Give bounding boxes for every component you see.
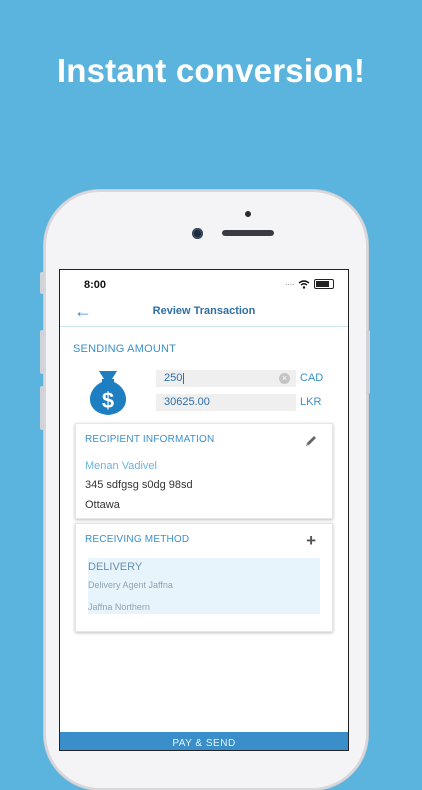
converted-currency: LKR bbox=[300, 396, 322, 408]
volume-up-button bbox=[40, 330, 44, 374]
page-title: Review Transaction bbox=[152, 305, 256, 317]
receiving-method-option[interactable]: DELIVERY Delivery Agent Jaffna Jaffna No… bbox=[88, 558, 320, 614]
clear-icon[interactable]: × bbox=[279, 373, 290, 384]
earpiece-speaker bbox=[222, 230, 274, 236]
method-type: DELIVERY bbox=[88, 561, 143, 573]
recipient-name: Menan Vadivel bbox=[85, 460, 157, 472]
signal-icon: ···· bbox=[284, 278, 295, 290]
converted-value: 30625.00 bbox=[164, 396, 210, 408]
front-camera bbox=[192, 228, 203, 239]
battery-icon bbox=[314, 279, 334, 289]
wifi-icon bbox=[298, 279, 310, 289]
recipient-card: RECIPIENT INFORMATION Menan Vadivel 345 … bbox=[75, 423, 333, 519]
receiving-method-card: RECEIVING METHOD + DELIVERY Delivery Age… bbox=[75, 523, 333, 632]
status-icons: ···· bbox=[285, 278, 334, 290]
method-region: Jaffna Northern bbox=[88, 602, 150, 612]
volume-down-button bbox=[40, 386, 44, 430]
money-bag-icon: $ bbox=[89, 371, 127, 415]
text-cursor bbox=[183, 372, 185, 384]
app-screen: 8:00 ···· ← Review Transaction SENDING A… bbox=[60, 270, 348, 750]
converted-amount-field: 30625.00 bbox=[156, 394, 296, 411]
amount-value: 250 bbox=[164, 372, 183, 384]
svg-text:$: $ bbox=[102, 388, 114, 413]
amount-input[interactable]: 250 × bbox=[156, 370, 296, 387]
recipient-card-title: RECIPIENT INFORMATION bbox=[85, 434, 215, 445]
method-agent: Delivery Agent Jaffna bbox=[88, 580, 173, 590]
power-button bbox=[366, 330, 370, 394]
amount-currency: CAD bbox=[300, 372, 324, 384]
headline: Instant conversion! bbox=[56, 52, 366, 89]
sending-amount-label: SENDING AMOUNT bbox=[73, 343, 177, 355]
receiving-method-title: RECEIVING METHOD bbox=[85, 534, 190, 545]
recipient-address: 345 sdfgsg s0dg 98sd bbox=[85, 479, 193, 491]
pay-send-button[interactable]: PAY & SEND bbox=[60, 732, 348, 750]
status-time: 8:00 bbox=[84, 279, 107, 291]
mute-switch bbox=[40, 272, 44, 294]
edit-pencil-icon[interactable] bbox=[304, 434, 318, 448]
add-plus-icon[interactable]: + bbox=[306, 531, 316, 551]
nav-bar: ← Review Transaction bbox=[60, 296, 348, 327]
proximity-sensor bbox=[245, 211, 251, 217]
recipient-city: Ottawa bbox=[85, 499, 120, 511]
status-bar: 8:00 ···· bbox=[60, 270, 348, 296]
